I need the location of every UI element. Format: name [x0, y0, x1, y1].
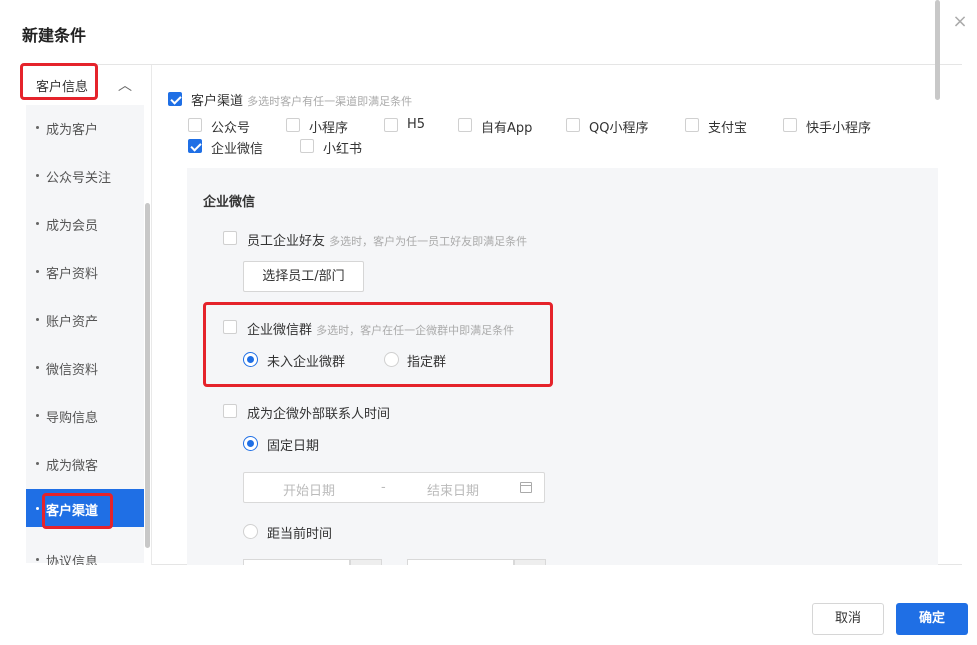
- sidebar-item-become-customer[interactable]: 成为客户: [26, 105, 144, 153]
- option-label: 支付宝: [708, 121, 748, 136]
- option-checkbox-official-account[interactable]: [188, 118, 202, 132]
- date-range-picker[interactable]: 开始日期 - 结束日期: [243, 472, 545, 503]
- radio-label: 未入企业微群: [267, 355, 346, 370]
- option-label: H5: [407, 117, 426, 132]
- bullet-icon: [36, 558, 39, 561]
- sidebar-group-customer-info[interactable]: 客户信息 ︿: [22, 65, 144, 105]
- bullet-icon: [36, 414, 39, 417]
- sidebar-item-label: 成为客户: [46, 123, 99, 138]
- option-checkbox-h5[interactable]: [384, 118, 398, 132]
- friend-hint: 多选时，客户为任一员工好友即满足条件: [329, 235, 528, 248]
- sidebar-scrollbar[interactable]: [145, 203, 150, 548]
- group-checkbox[interactable]: [223, 320, 237, 334]
- radio-label: 指定群: [407, 355, 447, 370]
- option-checkbox-own-app[interactable]: [458, 118, 472, 132]
- option-checkbox-qq-mini-program[interactable]: [566, 118, 580, 132]
- sidebar-item-wechat-profile[interactable]: 微信资料: [26, 345, 144, 393]
- option-label: 小程序: [309, 121, 349, 136]
- confirm-button[interactable]: 确定: [896, 603, 968, 635]
- select-staff-button[interactable]: 选择员工/部门: [243, 261, 364, 292]
- radio-label: 距当前时间: [267, 527, 333, 542]
- relative-value-input[interactable]: [243, 559, 350, 565]
- bullet-icon: [36, 507, 39, 510]
- content-scrollbar[interactable]: [935, 0, 940, 100]
- bullet-icon: [36, 318, 39, 321]
- channel-hint: 多选时客户有任一渠道即满足条件: [247, 95, 413, 108]
- radio-fixed-date[interactable]: [243, 436, 258, 451]
- radio-label: 固定日期: [267, 439, 320, 454]
- sidebar-item-customer-profile[interactable]: 客户资料: [26, 249, 144, 297]
- sidebar-item-label: 导购信息: [46, 411, 99, 426]
- option-label: 快手小程序: [806, 121, 872, 136]
- cancel-button[interactable]: 取消: [812, 603, 884, 635]
- option-checkbox-kuaishou[interactable]: [783, 118, 797, 132]
- contact-time-checkbox[interactable]: [223, 404, 237, 418]
- condition-content: 客户渠道 多选时客户有任一渠道即满足条件 公众号 小程序 H5 自有App QQ…: [152, 65, 962, 565]
- radio-relative-time[interactable]: [243, 524, 258, 539]
- option-label: 公众号: [211, 121, 251, 136]
- friend-label: 员工企业好友 多选时，客户为任一员工好友即满足条件: [247, 234, 528, 249]
- bullet-icon: [36, 222, 39, 225]
- dialog-body: 客户信息 ︿ 成为客户 公众号关注 成为会员 客户资料 账户资产 微信资料 导购…: [22, 64, 962, 565]
- relative-value-input-2[interactable]: [407, 559, 514, 565]
- dialog-title: 新建条件: [22, 26, 87, 45]
- sidebar-group-label: 客户信息: [36, 80, 89, 95]
- option-label: 小红书: [323, 142, 363, 157]
- relative-unit-select[interactable]: [350, 559, 382, 565]
- sidebar-item-label: 协议信息: [46, 555, 99, 565]
- sidebar-item-account-assets[interactable]: 账户资产: [26, 297, 144, 345]
- sidebar-item-label: 公众号关注: [46, 171, 112, 186]
- sidebar-item-customer-channel[interactable]: 客户渠道: [26, 489, 144, 527]
- group-label: 企业微信群 多选时，客户在任一企微群中即满足条件: [247, 323, 515, 338]
- sidebar-item-agreement-info[interactable]: 协议信息: [26, 537, 144, 565]
- sidebar-item-label: 账户资产: [46, 315, 99, 330]
- sidebar-item-label: 客户资料: [46, 267, 99, 282]
- relative-unit-select-2[interactable]: [514, 559, 546, 565]
- friend-checkbox[interactable]: [223, 231, 237, 245]
- channel-label: 客户渠道 多选时客户有任一渠道即满足条件: [191, 94, 413, 109]
- channel-checkbox[interactable]: [168, 92, 182, 106]
- option-label: 自有App: [481, 121, 533, 136]
- close-icon[interactable]: ×: [950, 12, 970, 32]
- bullet-icon: [36, 270, 39, 273]
- radio-specified-group[interactable]: [384, 352, 399, 367]
- radio-not-in-group[interactable]: [243, 352, 258, 367]
- sidebar-item-label: 客户渠道: [46, 504, 99, 519]
- sidebar-item-become-member[interactable]: 成为会员: [26, 201, 144, 249]
- calendar-icon[interactable]: [520, 482, 532, 493]
- start-date-input[interactable]: 开始日期: [283, 480, 335, 499]
- sidebar-item-guide-info[interactable]: 导购信息: [26, 393, 144, 441]
- chevron-up-icon[interactable]: ︿: [118, 75, 132, 95]
- sidebar-list: 成为客户 公众号关注 成为会员 客户资料 账户资产 微信资料 导购信息 成为微客…: [26, 105, 144, 565]
- option-label: 企业微信: [211, 142, 264, 157]
- bullet-icon: [36, 462, 39, 465]
- group-hint: 多选时，客户在任一企微群中即满足条件: [316, 324, 515, 337]
- option-checkbox-wecom[interactable]: [188, 139, 202, 153]
- contact-time-label: 成为企微外部联系人时间: [247, 407, 391, 422]
- sidebar-item-label: 成为会员: [46, 219, 99, 234]
- option-checkbox-mini-program[interactable]: [286, 118, 300, 132]
- bullet-icon: [36, 366, 39, 369]
- sidebar-item-label: 微信资料: [46, 363, 99, 378]
- bullet-icon: [36, 174, 39, 177]
- sidebar-item-official-account[interactable]: 公众号关注: [26, 153, 144, 201]
- category-sidebar: 客户信息 ︿ 成为客户 公众号关注 成为会员 客户资料 账户资产 微信资料 导购…: [22, 65, 152, 565]
- option-label: QQ小程序: [589, 121, 649, 136]
- sidebar-item-label: 成为微客: [46, 459, 99, 474]
- wecom-section-title: 企业微信: [203, 195, 256, 210]
- date-separator: -: [381, 480, 386, 495]
- option-checkbox-alipay[interactable]: [685, 118, 699, 132]
- sidebar-item-become-weike[interactable]: 成为微客: [26, 441, 144, 489]
- option-checkbox-xiaohongshu[interactable]: [300, 139, 314, 153]
- bullet-icon: [36, 126, 39, 129]
- end-date-input[interactable]: 结束日期: [427, 480, 479, 499]
